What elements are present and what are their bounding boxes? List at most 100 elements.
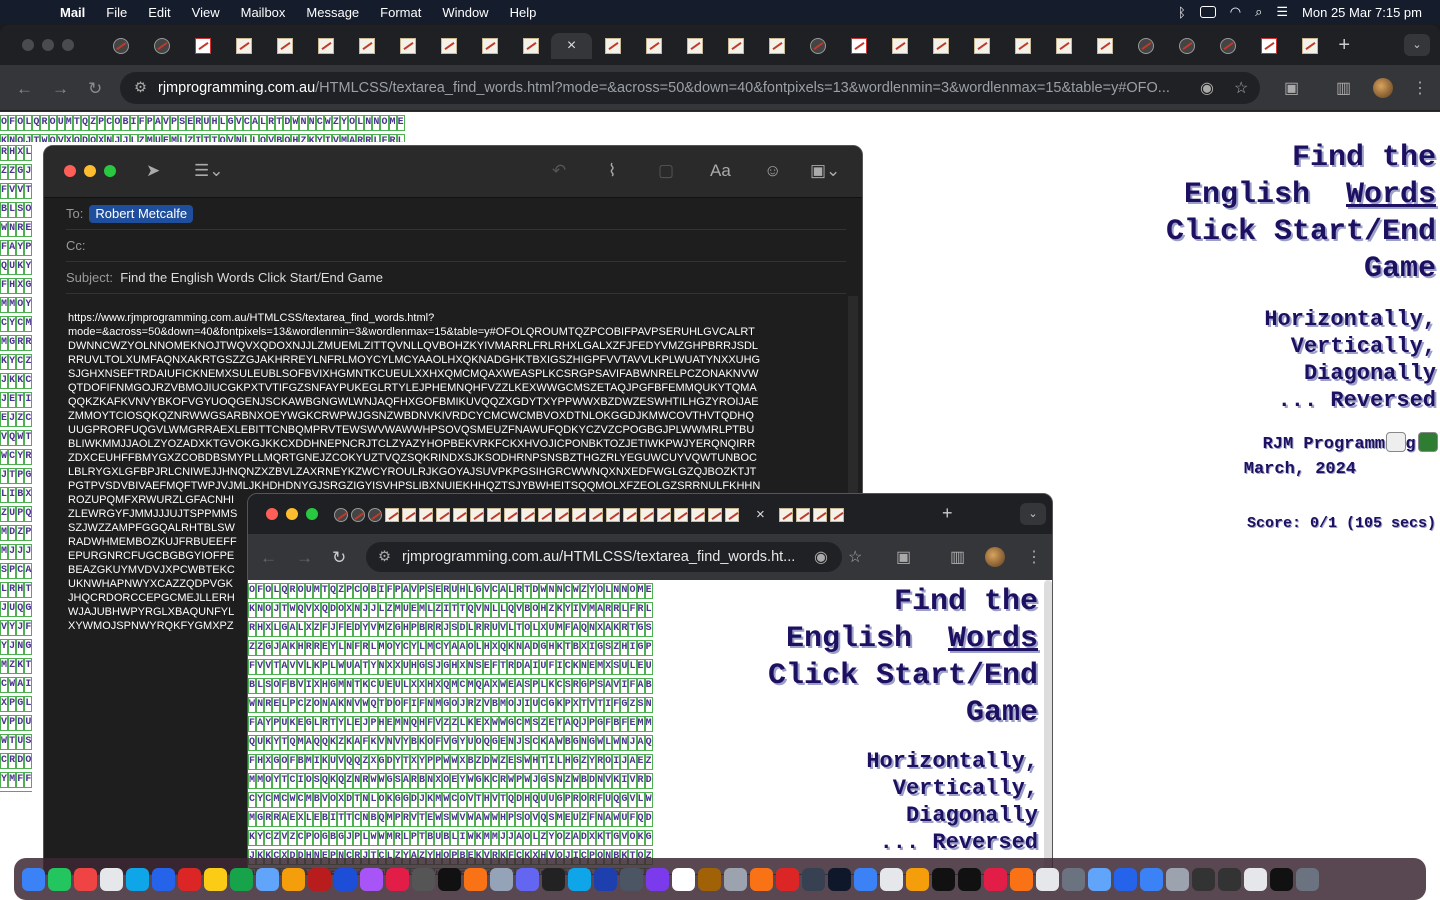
grid-cell[interactable]: Z bbox=[256, 640, 265, 656]
grid-cell[interactable]: F bbox=[385, 583, 394, 599]
grid-cell[interactable]: R bbox=[426, 621, 435, 637]
extensions-icon[interactable]: ▣ bbox=[1284, 78, 1299, 98]
grid-cell[interactable]: P bbox=[434, 754, 443, 770]
grid-cell[interactable]: V bbox=[498, 621, 507, 637]
grid-cell[interactable]: T bbox=[596, 697, 605, 713]
grid-cell[interactable]: N bbox=[8, 221, 17, 237]
grid-cell[interactable]: H bbox=[531, 754, 540, 770]
grid-cell[interactable]: G bbox=[547, 697, 556, 713]
grid-cell[interactable]: M bbox=[434, 697, 443, 713]
grid-cell[interactable]: Z bbox=[24, 354, 33, 370]
grid-cell[interactable]: B bbox=[248, 678, 257, 694]
grid-cell[interactable]: N bbox=[482, 602, 491, 618]
grid-cell[interactable]: H bbox=[320, 678, 329, 694]
grid-cell[interactable]: W bbox=[434, 811, 443, 827]
dock-app-icon[interactable] bbox=[1218, 867, 1241, 891]
grid-cell[interactable]: C bbox=[0, 677, 9, 693]
grid-cell[interactable]: D bbox=[16, 715, 25, 731]
grid-cell[interactable]: K bbox=[288, 640, 297, 656]
grid-cell[interactable]: C bbox=[490, 583, 499, 599]
grid-cell[interactable]: D bbox=[644, 773, 653, 789]
dock-app-icon[interactable] bbox=[1114, 867, 1137, 891]
grid-cell[interactable]: I bbox=[604, 697, 613, 713]
grid-cell[interactable]: R bbox=[8, 582, 17, 598]
menu-app-name[interactable]: Mail bbox=[60, 5, 85, 20]
grid-cell[interactable]: W bbox=[507, 773, 516, 789]
grid-cell[interactable]: A bbox=[628, 754, 637, 770]
grid-cell[interactable]: Z bbox=[644, 754, 653, 770]
grid-cell[interactable]: X bbox=[296, 811, 305, 827]
grid-cell[interactable]: K bbox=[571, 659, 580, 675]
grid-cell[interactable]: B bbox=[490, 697, 499, 713]
grid-cell[interactable]: T bbox=[579, 697, 588, 713]
grid-cell[interactable]: L bbox=[507, 583, 516, 599]
grid-cell[interactable]: U bbox=[401, 602, 410, 618]
dock-app-icon[interactable] bbox=[1088, 867, 1111, 891]
grid-cell[interactable]: Z bbox=[304, 697, 313, 713]
grid-cell[interactable]: O bbox=[24, 753, 33, 769]
grid-cell[interactable]: M bbox=[417, 602, 427, 618]
grid-cell[interactable]: R bbox=[442, 583, 451, 599]
grid-cell[interactable]: G bbox=[417, 659, 427, 675]
dock-app-icon[interactable] bbox=[880, 867, 903, 891]
grid-cell[interactable]: T bbox=[280, 602, 289, 618]
dock-app-icon[interactable] bbox=[620, 867, 643, 891]
grid-cell[interactable]: V bbox=[0, 620, 9, 636]
grid-cell[interactable]: V bbox=[409, 583, 418, 599]
grid-cell[interactable]: D bbox=[515, 792, 524, 808]
grid-cell[interactable]: Q bbox=[409, 716, 418, 732]
grid-cell[interactable]: H bbox=[523, 792, 532, 808]
grid-cell[interactable]: G bbox=[401, 792, 410, 808]
grid-cell[interactable]: P bbox=[515, 773, 524, 789]
grid-cell[interactable]: Q bbox=[288, 735, 297, 751]
minimize-dot[interactable] bbox=[84, 165, 96, 177]
grid-cell[interactable]: W bbox=[442, 754, 451, 770]
grid-cell[interactable]: M bbox=[0, 297, 9, 313]
grid-cell[interactable]: C bbox=[264, 792, 273, 808]
grid-cell[interactable]: T bbox=[24, 183, 33, 199]
grid-cell[interactable]: T bbox=[32, 134, 41, 142]
grid-cell[interactable]: L bbox=[401, 830, 410, 846]
grid-cell[interactable]: B bbox=[417, 621, 427, 637]
grid-cell[interactable]: B bbox=[369, 583, 378, 599]
grid-cell[interactable]: V bbox=[482, 697, 491, 713]
grid-cell[interactable]: O bbox=[337, 602, 346, 618]
grid-cell[interactable]: E bbox=[636, 754, 645, 770]
grid-cell[interactable]: U bbox=[620, 659, 629, 675]
grid-cell[interactable]: V bbox=[304, 602, 313, 618]
grid-cell[interactable]: O bbox=[264, 602, 273, 618]
dock-app-icon[interactable] bbox=[724, 867, 747, 891]
menu-edit[interactable]: Edit bbox=[148, 5, 170, 20]
grid-cell[interactable]: K bbox=[612, 773, 621, 789]
grid-cell[interactable]: L bbox=[369, 792, 378, 808]
dock-app-icon[interactable] bbox=[204, 867, 227, 891]
grid-cell[interactable]: B bbox=[275, 134, 284, 142]
grid-cell[interactable]: S bbox=[393, 773, 402, 789]
grid-cell[interactable]: L bbox=[377, 602, 386, 618]
grid-cell[interactable]: R bbox=[587, 792, 597, 808]
grid-cell[interactable]: X bbox=[417, 678, 427, 694]
grid-cell[interactable]: Z bbox=[474, 697, 483, 713]
browser-tab[interactable] bbox=[100, 33, 141, 59]
grid-cell[interactable]: W bbox=[323, 115, 332, 131]
grid-cell[interactable]: V bbox=[442, 735, 451, 751]
grid-cell[interactable]: X bbox=[604, 659, 613, 675]
grid-cell[interactable]: W bbox=[612, 735, 621, 751]
dock-app-icon[interactable] bbox=[958, 867, 981, 891]
dock-app-icon[interactable] bbox=[776, 867, 799, 891]
cc-field[interactable]: Cc: bbox=[66, 230, 846, 262]
grid-cell[interactable]: Q bbox=[466, 602, 475, 618]
grid-cell[interactable]: Q bbox=[644, 735, 653, 751]
grid-cell[interactable]: Y bbox=[563, 602, 572, 618]
grid-cell[interactable]: E bbox=[353, 716, 362, 732]
grid-cell[interactable]: P bbox=[563, 792, 572, 808]
grid-cell[interactable]: P bbox=[393, 811, 402, 827]
grid-cell[interactable]: U bbox=[450, 583, 459, 599]
grid-cell[interactable]: N bbox=[612, 583, 621, 599]
grid-cell[interactable]: O bbox=[523, 621, 532, 637]
grid-cell[interactable]: Y bbox=[8, 316, 17, 332]
grid-cell[interactable]: N bbox=[345, 697, 354, 713]
grid-cell[interactable]: O bbox=[377, 792, 386, 808]
grid-cell[interactable]: S bbox=[474, 659, 483, 675]
grid-cell[interactable]: Q bbox=[531, 792, 540, 808]
